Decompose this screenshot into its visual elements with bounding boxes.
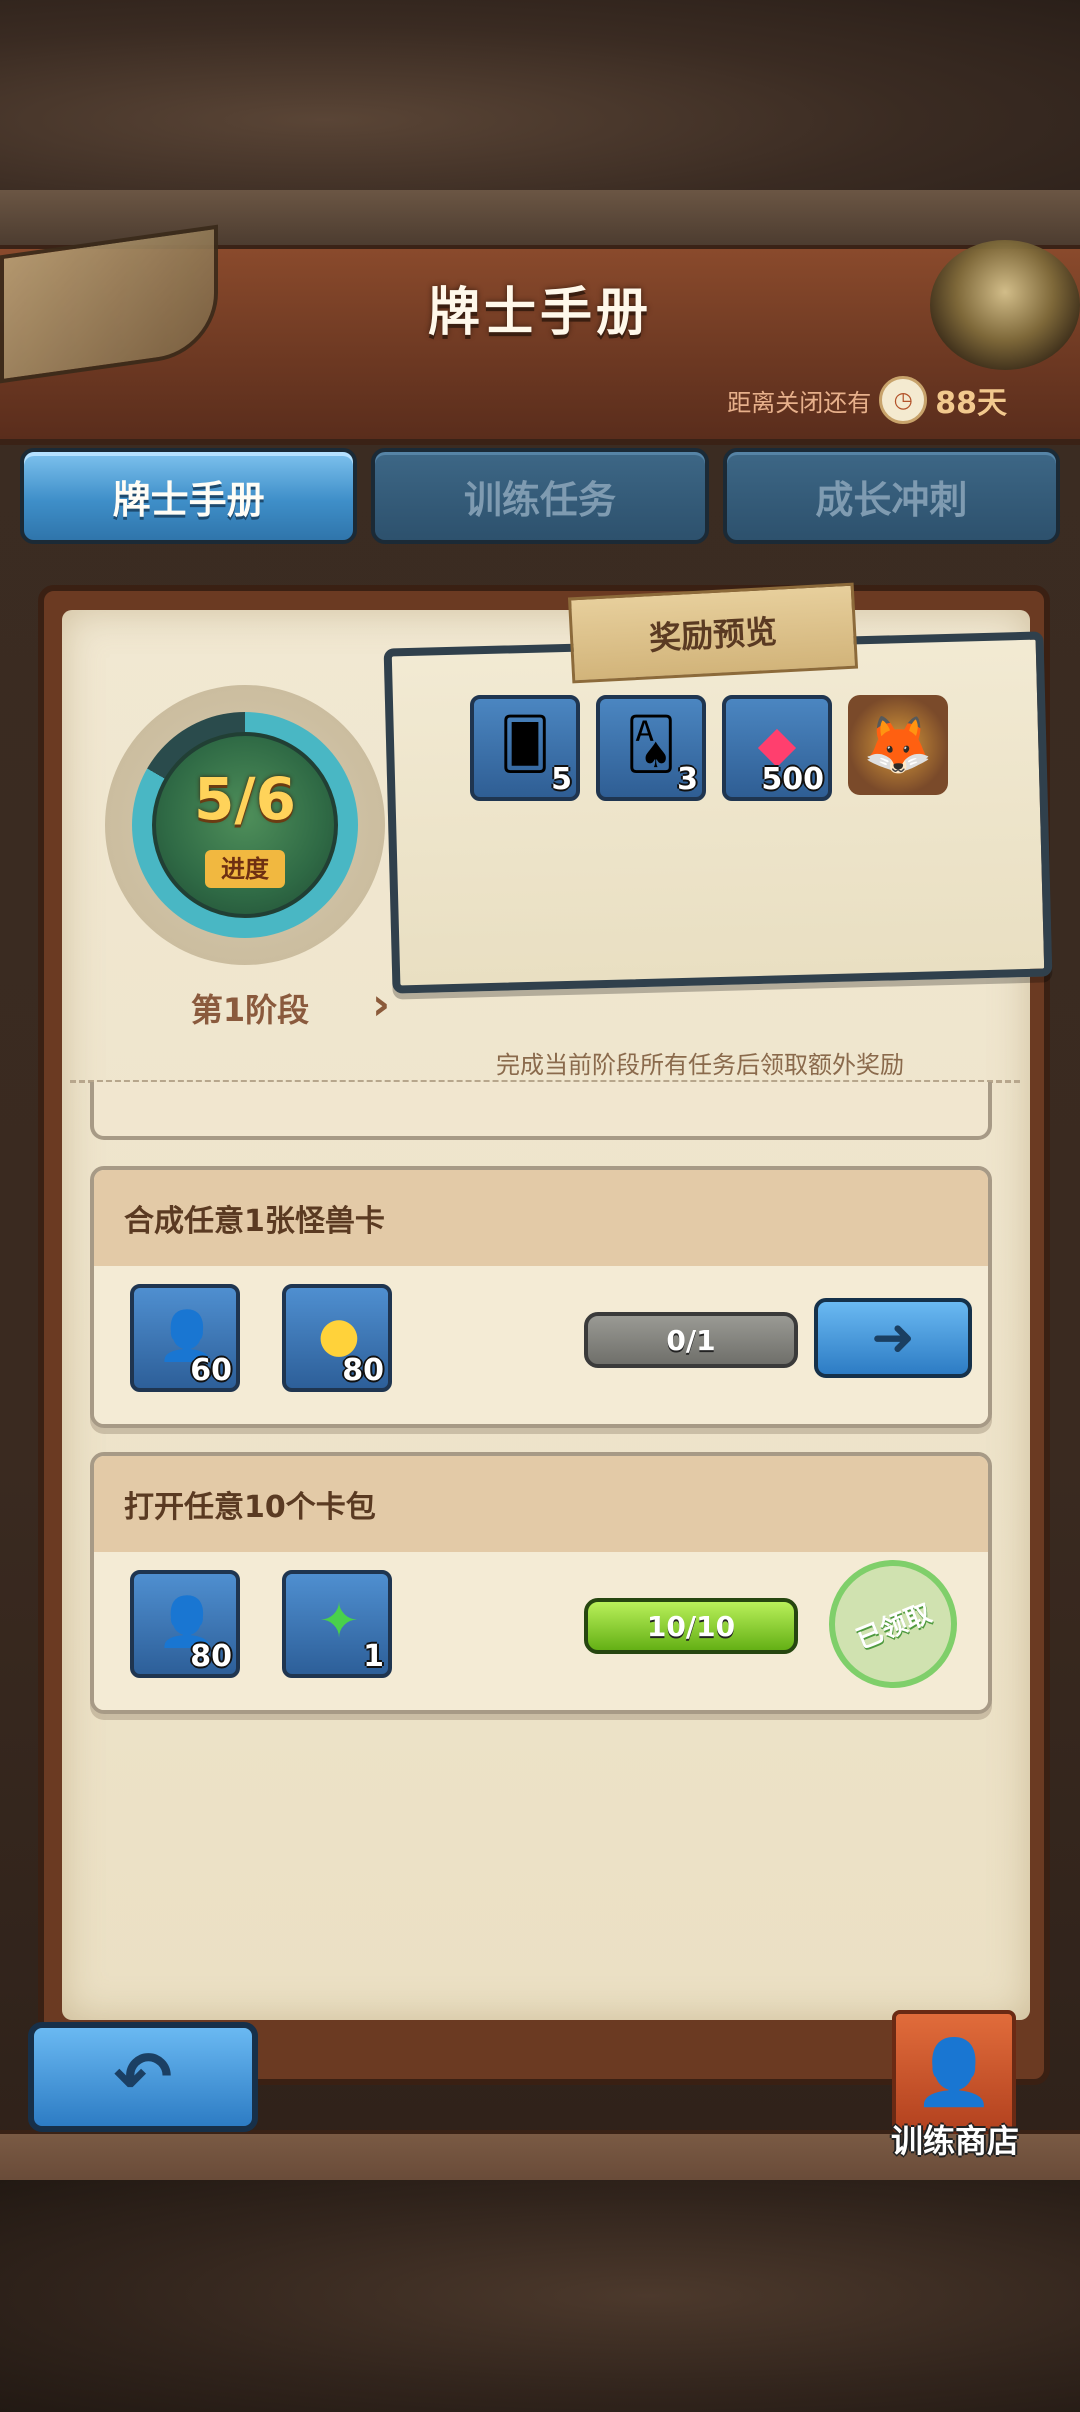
claimed-stamp: 已领取 [809,1540,977,1708]
purple-card-pack-icon: 🂡 [625,715,677,773]
close-countdown: 距离关闭还有 ◷ 88天 [727,376,1007,424]
page-title: 牌士手册 [427,283,652,343]
task-card: 打开任意10个卡包 👤 80 ✦ 1 10/10 已领取 [90,1452,992,1714]
back-button[interactable]: ↶ [28,2022,258,2132]
countdown-label: 距离关闭还有 [727,388,872,417]
task-progress-bar: 0/1 [584,1312,798,1368]
background-carving-top [0,0,1080,200]
tab-handbook[interactable]: 牌士手册 [20,448,358,544]
arrow-right-icon: ➜ [871,1308,915,1368]
background-carving-bottom [0,2180,1080,2412]
reward-item-hero[interactable]: 🦊 [848,695,956,801]
task-title: 打开任意10个卡包 [94,1456,988,1552]
fox-knight-hero-icon: 🦊 [848,695,948,795]
task-reward-qty: 80 [342,1353,384,1388]
task-body: 👤 80 ✦ 1 10/10 已领取 [94,1540,988,1710]
task-title: 合成任意1张怪兽卡 [94,1170,988,1266]
task-reward-qty: 60 [190,1353,232,1388]
go-button[interactable]: ➜ [814,1298,972,1378]
task-reward-item[interactable]: 👤 60 [130,1284,240,1392]
back-arrow-icon: ↶ [113,2036,173,2118]
task-reward-item[interactable]: ● 80 [282,1284,392,1392]
task-card-partial [90,1082,992,1140]
clock-icon: ◷ [879,376,928,424]
training-shop-button[interactable]: 👤 训练商店 [880,2010,1030,2160]
reward-qty: 3 [677,762,698,797]
tab-training-tasks[interactable]: 训练任务 [371,448,709,544]
reward-qty: 5 [551,762,572,797]
reward-item[interactable]: 🂡 3 [596,695,706,801]
task-card: 合成任意1张怪兽卡 👤 60 ● 80 0/1 ➜ [90,1166,992,1428]
reward-item[interactable]: ◆ 500 [722,695,832,801]
task-reward-item[interactable]: 👤 80 [130,1570,240,1678]
countdown-days: 88天 [935,386,1007,421]
progress-label: 进度 [205,850,285,888]
training-shop-label: 训练商店 [890,2122,1019,2160]
task-reward-item[interactable]: ✦ 1 [282,1570,392,1678]
stage-label: 第1阶段 [190,991,310,1029]
reward-preview-panel [383,631,1053,994]
tab-bar: 牌士手册 训练任务 成长冲刺 [20,448,1060,550]
stage-reward-hint: 完成当前阶段所有任务后领取额外奖励 [496,1051,904,1079]
bronze-card-pack-icon: 🂠 [499,715,551,773]
progress-value: 5/6 [194,765,296,833]
task-progress-bar: 10/10 [584,1598,798,1654]
task-reward-qty: 1 [363,1639,384,1674]
task-body: 👤 60 ● 80 0/1 ➜ [94,1266,988,1424]
tab-growth-sprint[interactable]: 成长冲刺 [722,448,1060,544]
reward-qty: 500 [761,762,824,797]
reward-item[interactable]: 🂠 5 [470,695,580,801]
task-reward-qty: 80 [190,1639,232,1674]
reward-preview-items: 🂠 5 🂡 3 ◆ 500 🦊 [470,695,956,801]
reward-preview-title: 奖励预览 [567,582,859,684]
